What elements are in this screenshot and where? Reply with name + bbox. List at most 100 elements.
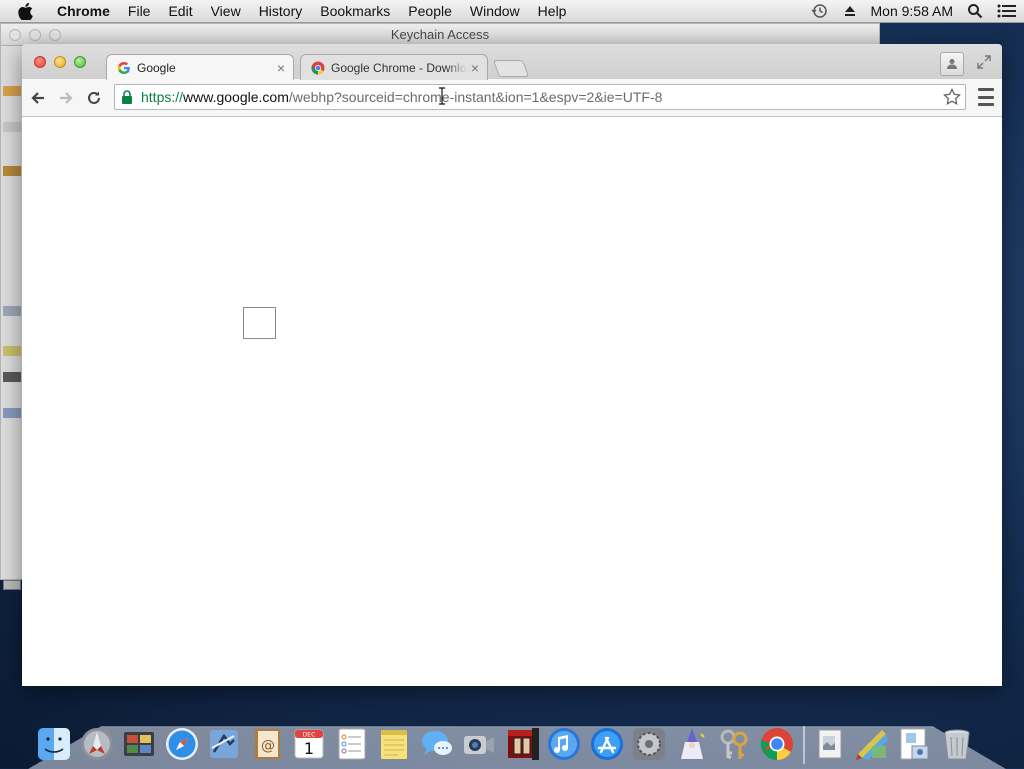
wizard-icon bbox=[680, 728, 705, 759]
url-host: www.google.com bbox=[183, 89, 289, 105]
mail-icon bbox=[210, 730, 238, 758]
dock-notes[interactable] bbox=[376, 724, 412, 764]
secure-lock-icon[interactable] bbox=[121, 89, 135, 105]
dock-wizard[interactable] bbox=[674, 724, 710, 764]
url-path: /webhp?sourceid=chrome-instant&ion=1&esp… bbox=[288, 89, 663, 105]
back-arrow-icon bbox=[31, 91, 44, 104]
menu-edit[interactable]: Edit bbox=[159, 0, 201, 22]
dock-trash[interactable] bbox=[939, 724, 975, 764]
keychain-window-title: Keychain Access bbox=[390, 27, 490, 42]
safari-icon bbox=[165, 728, 198, 760]
dock-app-store[interactable] bbox=[589, 724, 625, 764]
forward-button[interactable] bbox=[55, 87, 77, 109]
bookmark-star-icon[interactable] bbox=[943, 87, 961, 106]
menu-people[interactable]: People bbox=[399, 0, 461, 22]
notification-center-icon[interactable] bbox=[997, 3, 1017, 19]
window-zoom-button[interactable] bbox=[74, 56, 86, 68]
google-favicon-icon bbox=[117, 61, 131, 75]
hamburger-icon-bar bbox=[978, 88, 994, 91]
window-close-button[interactable] bbox=[34, 56, 46, 68]
calendar-month: DEC bbox=[303, 732, 316, 739]
keychain-sidebar bbox=[1, 46, 23, 590]
svg-text:@: @ bbox=[261, 738, 275, 754]
documents-icon bbox=[900, 728, 929, 760]
url-scheme: https:// bbox=[141, 89, 184, 105]
calendar-day: 1 bbox=[304, 739, 314, 758]
dock-safari[interactable] bbox=[164, 724, 200, 764]
keychain-close-button[interactable] bbox=[9, 29, 21, 41]
app-store-icon bbox=[590, 728, 623, 760]
window-minimize-button[interactable] bbox=[54, 56, 66, 68]
keychain-window-controls bbox=[9, 29, 61, 41]
chrome-app-icon bbox=[760, 728, 793, 760]
dock-system-preferences[interactable] bbox=[631, 724, 667, 764]
page-content[interactable] bbox=[22, 117, 1002, 686]
chrome-window-controls bbox=[34, 56, 86, 68]
sidebar-row bbox=[3, 372, 21, 382]
dock-directory-utility-stack[interactable] bbox=[854, 724, 890, 764]
dock-preview-stack[interactable] bbox=[811, 724, 847, 764]
loading-placeholder-box bbox=[243, 307, 276, 339]
fullscreen-icon[interactable] bbox=[976, 54, 992, 70]
dock-contacts[interactable]: @ bbox=[249, 724, 285, 764]
profile-button[interactable] bbox=[940, 52, 964, 76]
notes-icon bbox=[381, 730, 407, 759]
contacts-icon: @ bbox=[254, 729, 280, 759]
forward-arrow-icon bbox=[60, 91, 73, 104]
system-preferences-icon bbox=[633, 728, 665, 760]
sidebar-toggle-button[interactable] bbox=[3, 580, 21, 590]
dock-messages[interactable] bbox=[419, 724, 455, 764]
tab-chrome-download[interactable]: Google Chrome - Download × bbox=[300, 54, 488, 80]
menubar-clock[interactable]: Mon 9:58 AM bbox=[871, 3, 954, 19]
dock-keychain[interactable] bbox=[716, 724, 752, 764]
dock-calendar[interactable]: DEC 1 bbox=[291, 724, 327, 764]
dock-finder[interactable] bbox=[36, 724, 72, 764]
menu-window[interactable]: Window bbox=[461, 0, 529, 22]
eject-icon[interactable] bbox=[843, 4, 857, 18]
keychain-window-titlebar[interactable]: Keychain Access bbox=[1, 24, 879, 46]
keychain-icon bbox=[720, 729, 748, 759]
dock: @ DEC 1 bbox=[36, 712, 996, 764]
menu-view[interactable]: View bbox=[202, 0, 250, 22]
spotlight-search-icon[interactable] bbox=[967, 3, 983, 19]
dock-launchpad[interactable] bbox=[79, 724, 115, 764]
tab-close-icon[interactable]: × bbox=[277, 61, 285, 75]
keychain-minimize-button[interactable] bbox=[29, 29, 41, 41]
reminders-icon bbox=[338, 728, 365, 760]
menu-app-chrome[interactable]: Chrome bbox=[48, 0, 119, 22]
dock-mail[interactable] bbox=[206, 724, 242, 764]
reload-button[interactable] bbox=[83, 87, 105, 109]
launchpad-icon bbox=[80, 728, 113, 760]
tab-google[interactable]: Google × bbox=[106, 54, 294, 80]
menu-bookmarks[interactable]: Bookmarks bbox=[311, 0, 399, 22]
text-cursor-icon bbox=[439, 87, 445, 105]
new-tab-button[interactable] bbox=[492, 60, 530, 77]
sidebar-row bbox=[3, 346, 21, 356]
time-machine-icon[interactable] bbox=[811, 3, 829, 19]
photo-booth-icon bbox=[507, 728, 539, 760]
tab-close-icon[interactable]: × bbox=[471, 61, 479, 75]
dock-documents-stack[interactable] bbox=[896, 724, 932, 764]
chrome-window[interactable]: Google × Google Chrome - Download × http… bbox=[22, 44, 1002, 686]
chrome-menu-button[interactable] bbox=[978, 88, 994, 106]
dock-facetime[interactable] bbox=[461, 724, 497, 764]
sidebar-row bbox=[3, 408, 21, 418]
sidebar-row bbox=[3, 166, 21, 176]
finder-icon bbox=[38, 728, 70, 760]
facetime-icon bbox=[464, 736, 494, 754]
hamburger-icon-bar bbox=[978, 95, 994, 99]
preview-icon bbox=[818, 729, 842, 759]
apple-menu-icon[interactable] bbox=[18, 2, 36, 20]
back-button[interactable] bbox=[27, 87, 49, 109]
menu-history[interactable]: History bbox=[250, 0, 312, 22]
address-bar[interactable]: https:// www.google.com /webhp?sourceid=… bbox=[114, 84, 966, 110]
hamburger-icon-bar bbox=[978, 103, 994, 106]
dock-chrome[interactable] bbox=[759, 724, 795, 764]
dock-photo-booth[interactable] bbox=[504, 724, 540, 764]
dock-photo-browser[interactable] bbox=[121, 724, 157, 764]
dock-itunes[interactable] bbox=[546, 724, 582, 764]
menu-help[interactable]: Help bbox=[529, 0, 576, 22]
keychain-zoom-button[interactable] bbox=[49, 29, 61, 41]
menu-file[interactable]: File bbox=[119, 0, 160, 22]
dock-reminders[interactable] bbox=[334, 724, 370, 764]
